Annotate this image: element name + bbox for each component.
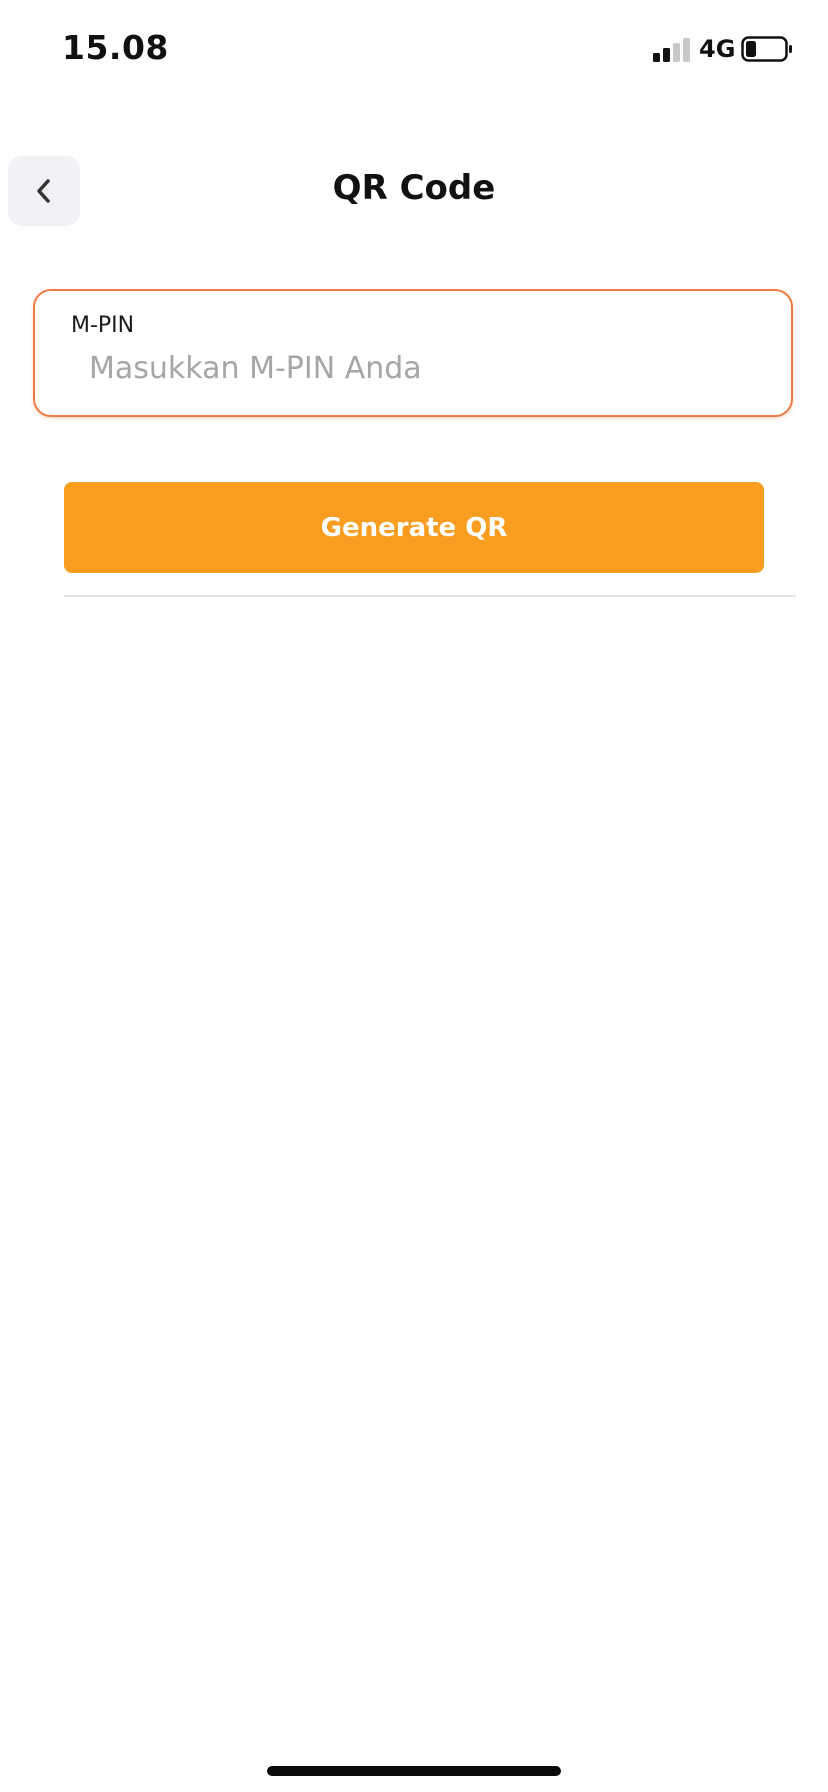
battery-icon [741,36,792,62]
network-type: 4G [699,35,736,63]
divider [64,595,796,597]
page-title: QR Code [332,168,496,208]
signal-icon [653,38,690,62]
status-time: 15.08 [62,28,169,67]
generate-qr-button[interactable]: Generate QR [64,482,764,573]
status-bar: 15.08 4G [0,0,828,100]
home-indicator [267,1766,561,1776]
mpin-field[interactable]: M-PIN [33,289,793,417]
header: QR Code [0,150,828,230]
mpin-label: M-PIN [71,313,135,338]
mpin-input[interactable] [89,343,769,393]
